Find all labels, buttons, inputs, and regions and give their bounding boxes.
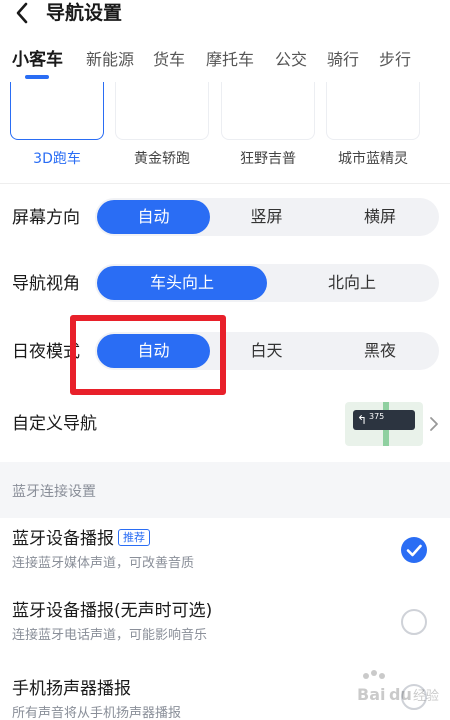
red-highlight-annotation — [70, 315, 226, 395]
preset-label: 3D跑车 — [33, 151, 81, 167]
bluetooth-media-row[interactable]: 蓝牙设备播报 推荐 连接蓝牙媒体声道，可改善音质 — [0, 518, 450, 588]
nav-view-north-up-option[interactable]: 北向上 — [267, 266, 437, 300]
preset-label: 黄金轿跑 — [134, 151, 190, 167]
car-model-presets: 3D跑车 黄金轿跑 狂野吉普 城市蓝精灵 — [0, 82, 450, 172]
preset-card — [115, 82, 209, 140]
page-title: 导航设置 — [46, 2, 123, 24]
custom-nav-row[interactable]: 自定义导航 ↰ 375 — [0, 400, 450, 452]
section-title: 蓝牙连接设置 — [12, 484, 96, 500]
bt-item-title: 手机扬声器播报 — [12, 679, 131, 699]
preset-label: 城市蓝精灵 — [338, 151, 408, 167]
svg-text:du: du — [389, 685, 412, 704]
custom-nav-preview-image: ↰ 375 — [345, 402, 423, 446]
tab-cycling[interactable]: 骑行 — [327, 46, 359, 74]
recommended-badge: 推荐 — [118, 529, 150, 546]
custom-nav-label: 自定义导航 — [12, 414, 97, 434]
bluetooth-section-header: 蓝牙连接设置 — [0, 462, 450, 518]
nav-view-row: 导航视角 车头向上 北向上 — [0, 264, 450, 310]
bt-item-subtitle: 所有声音将从手机扬声器播报 — [12, 706, 182, 720]
day-night-day-option[interactable]: 白天 — [210, 334, 323, 368]
divider — [0, 183, 450, 184]
chevron-right-icon — [430, 417, 438, 431]
svg-text:Bai: Bai — [357, 685, 385, 704]
orientation-portrait-option[interactable]: 竖屏 — [210, 200, 323, 234]
baidu-jingyan-watermark-logo: Bai du 经验 — [357, 670, 439, 704]
tab-active-indicator — [25, 75, 49, 79]
tab-motorcycle[interactable]: 摩托车 — [206, 46, 254, 74]
nav-view-segmented: 车头向上 北向上 — [95, 264, 439, 302]
screen-orientation-label: 屏幕方向 — [12, 208, 80, 228]
tab-bus[interactable]: 公交 — [275, 46, 307, 74]
back-button[interactable] — [10, 0, 34, 26]
bt-item-subtitle: 连接蓝牙电话声道，可能影响音乐 — [12, 628, 208, 643]
day-night-night-option[interactable]: 黑夜 — [323, 334, 437, 368]
bluetooth-phone-row[interactable]: 蓝牙设备播报(无声时可选) 连接蓝牙电话声道，可能影响音乐 — [0, 590, 450, 660]
screen-orientation-row: 屏幕方向 自动 竖屏 横屏 — [0, 198, 450, 244]
bt-item-title-text: 蓝牙设备播报 — [12, 529, 114, 549]
preset-card — [326, 82, 420, 140]
bt-item-subtitle: 连接蓝牙媒体声道，可改善音质 — [12, 556, 195, 571]
vehicle-tabs: 小客车 新能源 货车 摩托车 公交 骑行 步行 — [0, 46, 450, 80]
nav-view-heading-up-option[interactable]: 车头向上 — [97, 266, 267, 300]
tab-new-energy[interactable]: 新能源 — [86, 46, 134, 74]
checkmark-icon — [406, 544, 422, 557]
preview-distance: 375 — [369, 412, 385, 421]
preset-card — [10, 82, 104, 140]
bluetooth-phone-checkbox[interactable] — [401, 609, 427, 635]
orientation-auto-option[interactable]: 自动 — [97, 200, 210, 234]
tab-walking[interactable]: 步行 — [379, 46, 411, 74]
orientation-landscape-option[interactable]: 横屏 — [323, 200, 437, 234]
nav-view-label: 导航视角 — [12, 274, 80, 294]
chevron-left-icon — [16, 2, 28, 24]
preset-card — [221, 82, 315, 140]
turn-arrow-icon: ↰ — [357, 413, 368, 427]
tab-car[interactable]: 小客车 — [12, 46, 63, 74]
preset-label: 狂野吉普 — [240, 151, 296, 167]
bt-item-title: 蓝牙设备播报(无声时可选) — [12, 601, 213, 621]
bt-item-title: 蓝牙设备播报 推荐 — [12, 524, 150, 549]
bluetooth-media-checkbox[interactable] — [401, 537, 427, 563]
header-bar: 导航设置 — [0, 0, 450, 28]
svg-text:经验: 经验 — [413, 688, 439, 704]
tab-truck[interactable]: 货车 — [153, 46, 185, 74]
screen-orientation-segmented: 自动 竖屏 横屏 — [95, 198, 439, 236]
